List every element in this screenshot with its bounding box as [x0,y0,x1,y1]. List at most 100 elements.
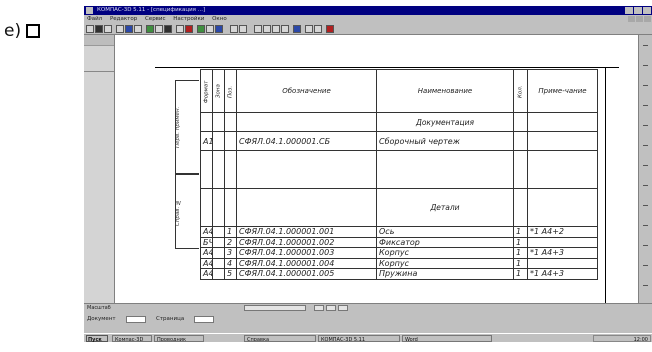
save-icon[interactable] [104,25,112,33]
print-icon[interactable] [116,25,124,33]
taskbar-item[interactable]: КОМПАС-3D 5.11 [318,335,400,342]
zoom-in-icon[interactable] [272,25,280,33]
sheet-border-right [605,67,606,303]
library-icon[interactable] [197,25,205,33]
header-pos: Поз. [224,69,237,113]
maximize-button[interactable] [634,7,642,14]
rect-icon[interactable] [263,25,271,33]
menu-service[interactable]: Сервис [145,16,166,22]
zoom-window-icon[interactable] [293,25,301,33]
menu-bar: Файл Редактор Сервис Настройки Окно [84,15,652,23]
copy-icon[interactable] [146,25,154,33]
ruler-tick [643,125,648,126]
status-left-text: Масштаб [87,305,111,311]
status-button-1[interactable] [314,305,324,311]
header-designation: Обозначение [236,69,377,113]
sheet-border-top [155,67,619,68]
cell-name: Пружина [376,268,514,280]
cut-icon[interactable] [134,25,142,33]
panel-field-1[interactable] [126,316,146,323]
open-icon[interactable] [95,25,103,33]
ruler-tick [643,145,648,146]
taskbar-item[interactable]: Справка [244,335,316,342]
properties-icon[interactable] [185,25,193,33]
doc-restore-button[interactable] [636,16,643,22]
redo-icon[interactable] [176,25,184,33]
preview-icon[interactable] [125,25,133,33]
status-bar: Масштаб [84,303,652,312]
panel-field-2[interactable] [194,316,214,323]
cell-note: *1 А4+3 [527,247,598,259]
left-panel-header [84,35,114,46]
cell-format: А4 [200,268,213,280]
ruler-tick [643,205,648,206]
zoom-select[interactable] [244,305,306,311]
taskbar-item[interactable]: Проводник [154,335,204,342]
panel-label-2: Страница [156,316,185,322]
cell-name: Сборочный чертеж [376,131,514,151]
table-row[interactable]: А4 5 СФЯЛ.04.1.000001.005 Пружина 1 *1 А… [200,268,598,280]
status-button-2[interactable] [326,305,336,311]
cell-pos: 3 [224,247,237,259]
ruler-tick [643,165,648,166]
menu-window[interactable]: Окно [212,16,227,22]
checkbox-icon [26,24,41,38]
start-button[interactable]: Пуск [86,335,108,342]
cell-pos: 2 [224,236,237,248]
table-row[interactable]: А4 3 СФЯЛ.04.1.000001.003 Корпус 1 *1 А4… [200,247,598,259]
cell-designation: СФЯЛ.04.1.000001.001 [236,226,377,238]
section-details: Детали [376,188,514,227]
refresh-icon[interactable] [314,25,322,33]
cell-qty: 1 [513,257,528,269]
left-panel [84,35,115,303]
header-qty: Кол. [513,69,528,113]
cell-qty: 1 [513,226,528,238]
ruler-tick [643,225,648,226]
cell-qty: 1 [513,236,528,248]
panel-label-1: Документ [87,316,116,322]
window-controls [624,7,651,15]
paste-icon[interactable] [155,25,163,33]
doc-minimize-button[interactable] [628,16,635,22]
undo-icon[interactable] [164,25,172,33]
cell-note [527,257,598,269]
variables-icon[interactable] [206,25,214,33]
section-row-details[interactable]: Детали [200,188,598,227]
cell-designation: СФЯЛ.04.1.000001.СБ [236,131,377,151]
menu-edit[interactable]: Редактор [110,16,137,22]
header-note: Приме-чание [527,69,598,113]
figure-letter: e) [4,21,22,41]
table-row[interactable]: А4 1 СФЯЛ.04.1.000001.001 Ось 1 *1 А4+2 [200,226,598,238]
taskbar-item[interactable]: Word [402,335,492,342]
help-icon[interactable] [326,25,334,33]
specification-table: Формат Зона Поз. Обозначение Наименовани… [200,69,598,280]
document-area[interactable]: Перв. примен. Справ. № Формат Зона Поз. … [115,35,638,303]
pan-icon[interactable] [305,25,313,33]
empty-row[interactable] [200,150,598,189]
vertical-scrollbar[interactable] [638,35,652,303]
line-icon[interactable] [254,25,262,33]
spec-icon[interactable] [215,25,223,33]
new-file-icon[interactable] [86,25,94,33]
table-row[interactable]: А4 4 СФЯЛ.04.1.000001.004 Корпус 1 [200,257,598,269]
table-row[interactable]: БЧ 2 СФЯЛ.04.1.000001.002 Фиксатор 1 [200,236,598,248]
snap-icon[interactable] [239,25,247,33]
table-row[interactable]: А1 СФЯЛ.04.1.000001.СБ Сборочный чертеж [200,131,598,151]
section-row-documentation[interactable]: Документация [200,112,598,132]
close-button[interactable] [643,7,651,14]
taskbar-item[interactable]: Компас-3D [112,335,152,342]
app-icon [86,7,93,14]
left-panel-divider [84,71,114,72]
ruler-tick [643,45,648,46]
cell-note: *1 А4+3 [527,268,598,280]
menu-file[interactable]: Файл [87,16,102,22]
status-button-3[interactable] [338,305,348,311]
zoom-out-icon[interactable] [281,25,289,33]
menu-settings[interactable]: Настройки [173,16,204,22]
grid-icon[interactable] [230,25,238,33]
cell-note [527,236,598,248]
cell-name: Ось [376,226,514,238]
minimize-button[interactable] [625,7,633,14]
window-title: КОМПАС-3D 5.11 - [спецификация ...] [97,7,206,13]
doc-close-button[interactable] [644,16,651,22]
